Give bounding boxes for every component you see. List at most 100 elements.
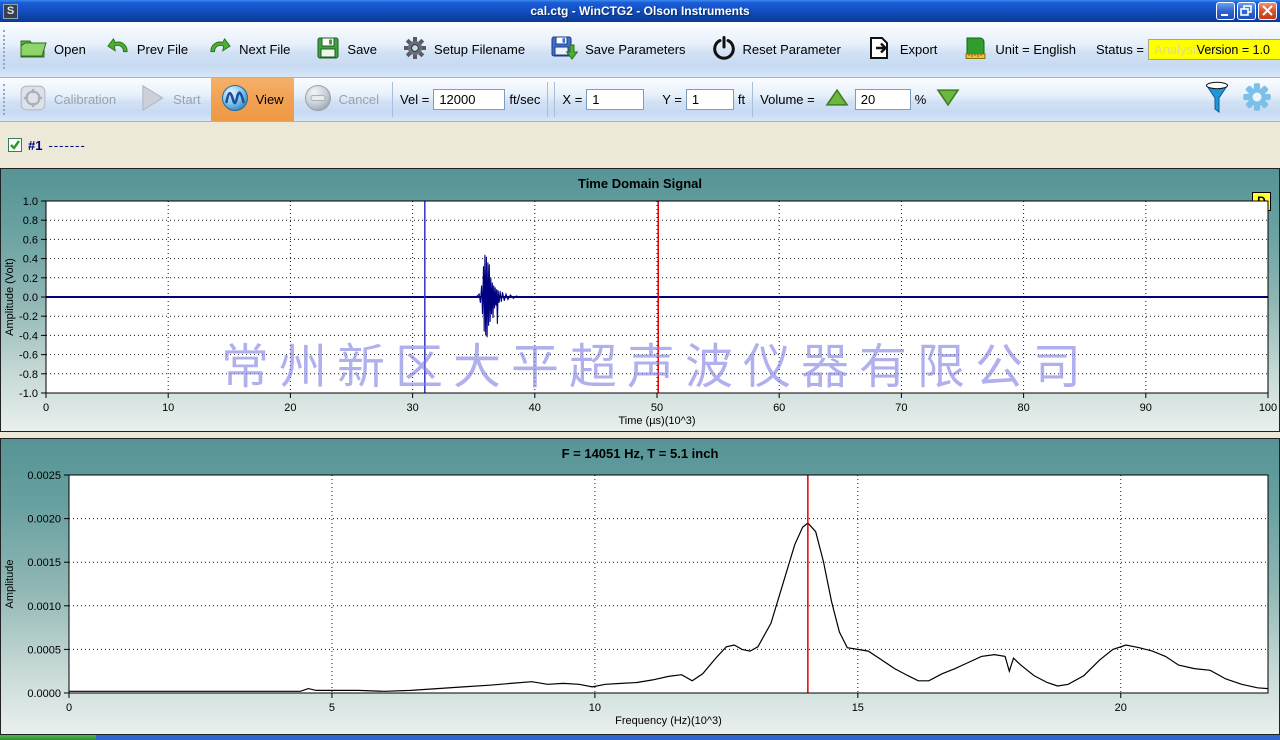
- x-input[interactable]: [586, 89, 644, 110]
- svg-text:0: 0: [43, 402, 49, 414]
- next-file-button[interactable]: Next File: [198, 33, 300, 66]
- volume-input[interactable]: [855, 89, 911, 110]
- main-toolbar: Open Prev File Next File Save: [0, 22, 1280, 78]
- unit-button[interactable]: Unit = English: [953, 32, 1086, 67]
- unit-label: Unit = English: [995, 42, 1076, 57]
- svg-text:80: 80: [1017, 402, 1029, 414]
- toolbar-grip[interactable]: [3, 30, 5, 69]
- version-label: Version = 1.0: [1197, 43, 1270, 57]
- settings-gear-icon[interactable]: [1242, 82, 1272, 117]
- reset-parameter-label: Reset Parameter: [743, 42, 841, 57]
- svg-text:20: 20: [1115, 702, 1127, 714]
- svg-text:0.0000: 0.0000: [27, 688, 61, 700]
- reset-parameter-button[interactable]: Reset Parameter: [702, 32, 851, 67]
- next-file-arrow-icon: [208, 37, 232, 62]
- filter-funnel-icon[interactable]: [1204, 81, 1230, 118]
- export-document-icon: [867, 36, 893, 63]
- view-wave-sphere-icon: [221, 84, 249, 115]
- svg-text:40: 40: [529, 402, 541, 414]
- vel-input[interactable]: [433, 89, 505, 110]
- svg-text:100: 100: [1259, 402, 1277, 414]
- svg-text:0.0005: 0.0005: [27, 644, 61, 656]
- volume-unit-label: %: [911, 92, 931, 107]
- volume-label: Volume =: [756, 92, 819, 107]
- svg-text:0.8: 0.8: [23, 215, 38, 227]
- restore-button[interactable]: [1237, 2, 1256, 20]
- taskbar-edge[interactable]: [0, 735, 1280, 740]
- xy-unit-label: ft: [734, 92, 749, 107]
- title-bar: S cal.ctg - WinCTG2 - Olson Instruments: [0, 0, 1280, 22]
- view-button[interactable]: View: [211, 78, 294, 121]
- separator: [554, 82, 555, 117]
- window-title: cal.ctg - WinCTG2 - Olson Instruments: [0, 4, 1280, 18]
- svg-text:Amplitude: Amplitude: [4, 560, 16, 609]
- status-label: Status =: [1092, 42, 1148, 57]
- cancel-sphere-icon: [304, 84, 332, 115]
- volume-down-icon[interactable]: [936, 88, 960, 112]
- prev-file-button[interactable]: Prev File: [96, 33, 198, 66]
- svg-text:-0.4: -0.4: [19, 330, 38, 342]
- svg-text:10: 10: [162, 402, 174, 414]
- svg-text:0.0015: 0.0015: [27, 557, 61, 569]
- svg-text:5: 5: [329, 702, 335, 714]
- open-label: Open: [54, 42, 86, 57]
- toolbar-grip[interactable]: [3, 84, 5, 114]
- svg-text:50: 50: [651, 402, 663, 414]
- frequency-plot[interactable]: 051015200.00250.00200.00150.00100.00050.…: [1, 439, 1279, 734]
- start-button[interactable]: Start: [126, 79, 210, 120]
- minimize-button[interactable]: [1216, 2, 1235, 20]
- save-parameters-floppy-icon: [551, 36, 578, 63]
- svg-text:-1.0: -1.0: [19, 388, 38, 400]
- y-input[interactable]: [686, 89, 734, 110]
- save-button[interactable]: Save: [306, 32, 387, 67]
- svg-text:0: 0: [66, 702, 72, 714]
- setup-filename-button[interactable]: Setup Filename: [393, 32, 535, 67]
- channel-strip: #1 -------: [0, 122, 1280, 168]
- prev-file-arrow-icon: [106, 37, 130, 62]
- vel-label: Vel =: [396, 92, 433, 107]
- svg-text:0.0010: 0.0010: [27, 601, 61, 613]
- svg-text:90: 90: [1140, 402, 1152, 414]
- channel-1-trace-sample: -------: [48, 138, 85, 153]
- volume-up-icon[interactable]: [825, 88, 849, 112]
- setup-filename-label: Setup Filename: [434, 42, 525, 57]
- separator: [752, 82, 753, 117]
- calibration-label: Calibration: [54, 92, 116, 107]
- reset-power-icon: [712, 36, 736, 63]
- open-folder-icon: [19, 36, 47, 63]
- export-button[interactable]: Export: [857, 32, 948, 67]
- separator: [547, 82, 548, 117]
- svg-text:1.0: 1.0: [23, 196, 38, 208]
- svg-text:0.2: 0.2: [23, 273, 38, 285]
- control-toolbar: Calibration Start View: [0, 78, 1280, 122]
- start-button-edge[interactable]: [0, 735, 96, 740]
- time-domain-chart-panel: Time Domain Signal D 0102030405060708090…: [0, 168, 1280, 432]
- svg-text:30: 30: [406, 402, 418, 414]
- time-domain-plot[interactable]: 01020304050607080901001.00.80.60.40.20.0…: [1, 169, 1279, 431]
- save-floppy-icon: [316, 36, 340, 63]
- prev-file-label: Prev File: [137, 42, 188, 57]
- svg-text:0.4: 0.4: [23, 254, 38, 266]
- save-label: Save: [347, 42, 377, 57]
- calibration-button[interactable]: Calibration: [9, 80, 126, 119]
- channel-1-checkbox[interactable]: [8, 138, 22, 152]
- save-parameters-label: Save Parameters: [585, 42, 685, 57]
- close-button[interactable]: [1258, 2, 1277, 20]
- svg-text:70: 70: [895, 402, 907, 414]
- x-label: X =: [558, 92, 586, 107]
- start-label: Start: [173, 92, 200, 107]
- calibration-target-icon: [19, 84, 47, 115]
- export-label: Export: [900, 42, 938, 57]
- svg-text:Time (µs)(10^3): Time (µs)(10^3): [618, 415, 695, 427]
- save-parameters-button[interactable]: Save Parameters: [541, 32, 695, 67]
- setup-gear-icon: [403, 36, 427, 63]
- open-button[interactable]: Open: [9, 32, 96, 67]
- y-label: Y =: [658, 92, 686, 107]
- separator: [392, 82, 393, 117]
- vel-unit-label: ft/sec: [505, 92, 544, 107]
- svg-text:10: 10: [589, 702, 601, 714]
- svg-text:20: 20: [284, 402, 296, 414]
- cancel-button[interactable]: Cancel: [294, 80, 389, 119]
- next-file-label: Next File: [239, 42, 290, 57]
- app-icon[interactable]: S: [3, 4, 18, 19]
